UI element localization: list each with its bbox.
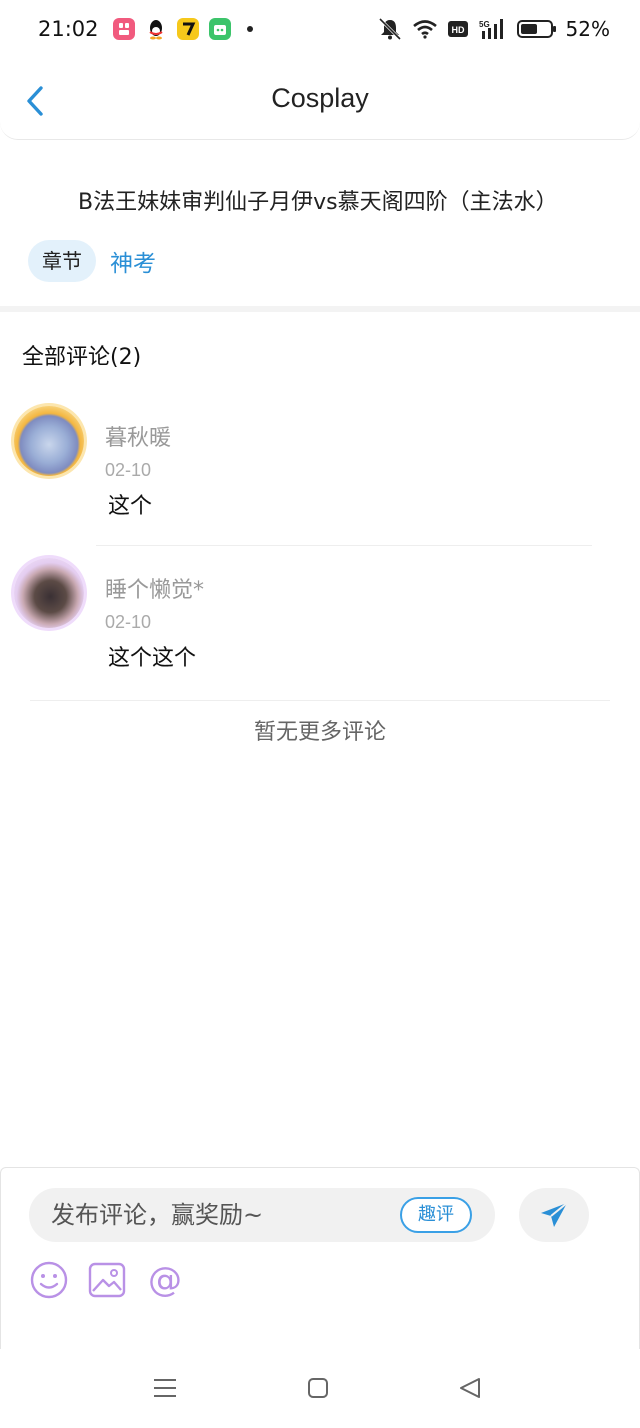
avatar[interactable] [14, 558, 84, 628]
battery-percent: 52% [565, 17, 610, 41]
system-back-button[interactable] [455, 1375, 485, 1401]
emoji-button[interactable] [29, 1260, 69, 1300]
comment-text[interactable]: 这个 [108, 488, 152, 520]
comment-date: 02-10 [105, 460, 152, 480]
comment-input-panel: 趣评 @ [0, 1167, 640, 1349]
image-icon [88, 1262, 126, 1298]
more-notifications-dot [246, 26, 253, 32]
green-app-icon [208, 18, 231, 40]
post-title: B法王妹妹审判仙子月伊vs慕天阁四阶（主法水） [78, 190, 558, 215]
tag-row: 章节 神考 [28, 240, 156, 282]
notification-icons [112, 18, 253, 40]
send-plane-icon [541, 1202, 568, 1227]
input-tools: @ [29, 1260, 185, 1300]
menu-icon [154, 1379, 176, 1397]
status-bar: 21:02 HD 5G 52% [0, 0, 640, 58]
comments-count-heading: 全部评论(2) [22, 345, 142, 370]
no-more-comments-text: 暂无更多评论 [253, 720, 386, 745]
home-button[interactable] [303, 1375, 333, 1401]
image-button[interactable] [87, 1260, 127, 1300]
wifi-icon [412, 19, 438, 39]
page-title: Cosplay [271, 83, 369, 113]
chevron-left-icon [27, 86, 43, 116]
bell-muted-icon [377, 17, 403, 41]
qq-penguin-icon [145, 18, 167, 40]
back-button[interactable] [22, 84, 52, 118]
header: Cosplay [0, 58, 640, 140]
yellow-app-icon [176, 18, 199, 40]
5g-signal-icon: 5G [478, 18, 508, 40]
avatar[interactable] [14, 406, 84, 476]
topic-tag-link[interactable]: 神考 [110, 244, 156, 278]
hd-icon: HD [447, 19, 469, 39]
battery-icon [516, 19, 557, 39]
svg-text:5G: 5G [479, 20, 490, 29]
system-status-icons: HD 5G 52% [377, 17, 610, 41]
system-nav-bar [0, 1349, 640, 1428]
status-time: 21:02 [38, 17, 99, 41]
svg-text:HD: HD [451, 25, 464, 35]
mention-button[interactable]: @ [145, 1260, 185, 1300]
square-icon [308, 1378, 328, 1398]
comment-text[interactable]: 这个这个 [108, 640, 196, 672]
chapter-tag[interactable]: 章节 [28, 240, 96, 282]
fun-review-button[interactable]: 趣评 [400, 1197, 472, 1233]
comment-divider [30, 700, 610, 701]
comment-username[interactable]: 睡个懒觉* [105, 572, 204, 604]
comment-divider [96, 545, 592, 546]
send-button[interactable] [519, 1188, 589, 1242]
triangle-back-icon [460, 1378, 480, 1398]
at-icon: @ [148, 1260, 182, 1300]
pink-app-icon [112, 18, 135, 40]
section-divider [0, 306, 640, 312]
comment-username[interactable]: 暮秋暖 [105, 420, 171, 452]
recent-apps-button[interactable] [150, 1375, 180, 1401]
smiley-icon [30, 1261, 68, 1299]
comment-date: 02-10 [105, 612, 152, 632]
